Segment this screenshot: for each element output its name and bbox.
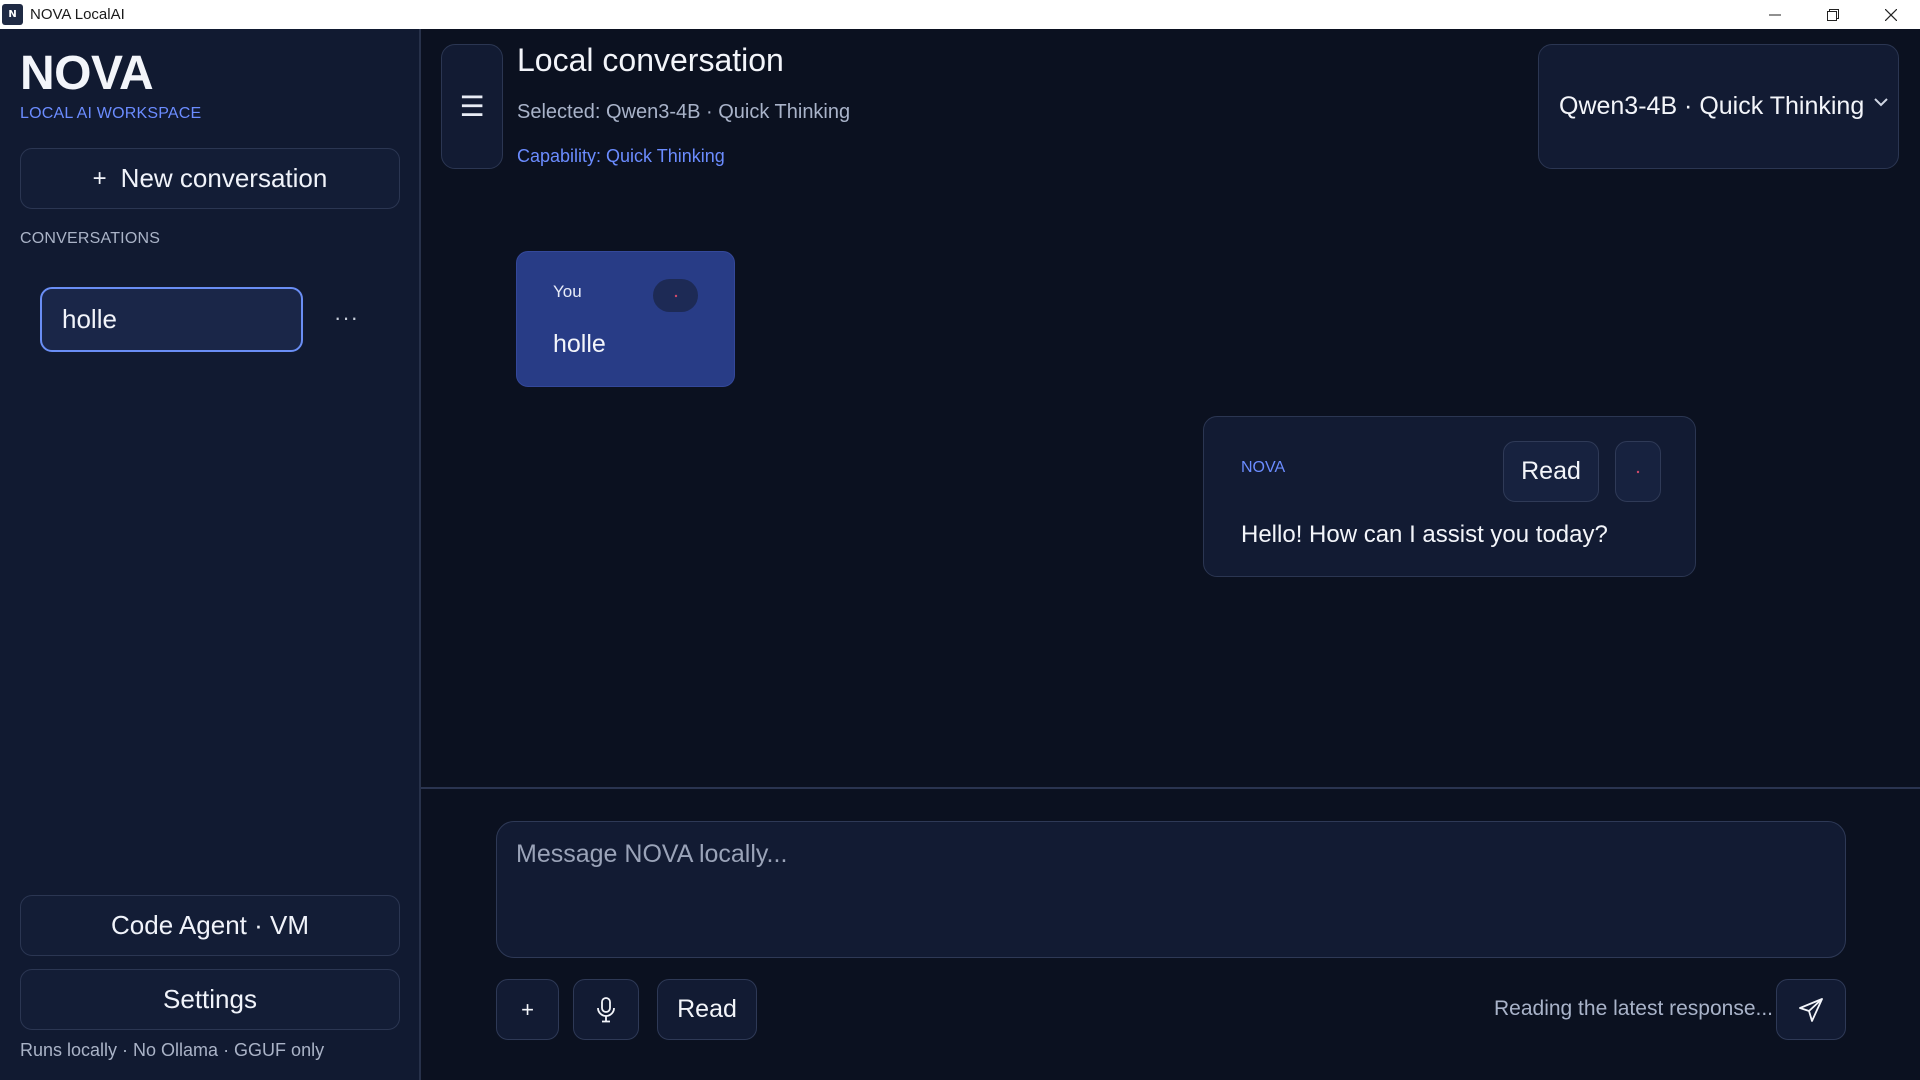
app-logo-icon: N [2,4,23,25]
status-text: Reading the latest response... [1494,997,1774,1020]
message-text: Hello! How can I assist you today? [1241,521,1608,548]
conversation-title: holle [62,304,117,334]
message-text: holle [553,330,606,358]
settings-label: Settings [163,984,257,1014]
microphone-icon [597,996,615,1022]
message-author: NOVA [1241,459,1286,476]
sidebar: NOVA LOCAL AI WORKSPACE + New conversati… [0,29,421,1080]
close-icon [1885,8,1897,21]
close-button[interactable] [1862,0,1920,29]
attach-button[interactable]: + [496,979,559,1040]
code-agent-label: Code Agent · VM [111,910,309,940]
restore-icon [1827,8,1839,21]
capability-text: Capability: Quick Thinking [517,146,725,166]
plus-icon: + [521,996,534,1022]
window-title: NOVA LocalAI [30,6,125,23]
hamburger-icon: ☰ [459,91,485,122]
send-icon [1799,997,1823,1022]
read-latest-button[interactable]: Read [657,979,757,1040]
settings-button[interactable]: Settings [20,969,400,1030]
minimize-icon [1769,14,1781,15]
new-conversation-label: New conversation [120,163,328,193]
minimize-button[interactable] [1746,0,1804,29]
read-aloud-button[interactable]: Read [1503,441,1599,502]
message-action-button[interactable] [1615,441,1661,502]
microphone-button[interactable] [573,979,639,1040]
more-options-icon[interactable]: ··· [334,307,359,329]
sidebar-footer: Runs locally · No Ollama · GGUF only [20,1040,325,1060]
conversation-header-title: Local conversation [517,42,784,78]
menu-button[interactable]: ☰ [441,44,503,169]
dot-icon [1636,470,1640,473]
code-agent-button[interactable]: Code Agent · VM [20,895,400,956]
send-button[interactable] [1776,979,1846,1040]
window-controls [1746,0,1920,29]
new-conversation-button[interactable]: + New conversation [20,148,400,209]
main-panel: ☰ Local conversation Selected: Qwen3-4B … [421,29,1920,1080]
plus-icon: + [92,164,107,192]
brand-subtitle: LOCAL AI WORKSPACE [20,105,202,122]
brand-title: NOVA [20,47,154,100]
model-select[interactable]: Qwen3-4B · Quick Thinking [1538,44,1899,169]
selected-model-text: Selected: Qwen3-4B · Quick Thinking [517,101,851,123]
message-action-button[interactable] [653,279,698,312]
model-select-value: Qwen3-4B · Quick Thinking [1559,92,1865,120]
restore-button[interactable] [1804,0,1862,29]
read-aloud-label: Read [1521,457,1581,485]
read-latest-label: Read [677,995,737,1023]
dot-icon [674,294,677,297]
user-message: You holle [516,251,735,387]
conversations-heading: CONVERSATIONS [20,230,161,247]
message-input[interactable] [496,821,1846,958]
chevron-down-icon [1874,98,1888,107]
composer: + Read Reading the latest response... [421,787,1920,1080]
message-author: You [553,282,582,301]
conversation-item[interactable]: holle [40,287,303,352]
title-bar: N NOVA LocalAI [0,0,1920,29]
assistant-message: NOVA Read Hello! How can I assist you to… [1203,416,1696,577]
